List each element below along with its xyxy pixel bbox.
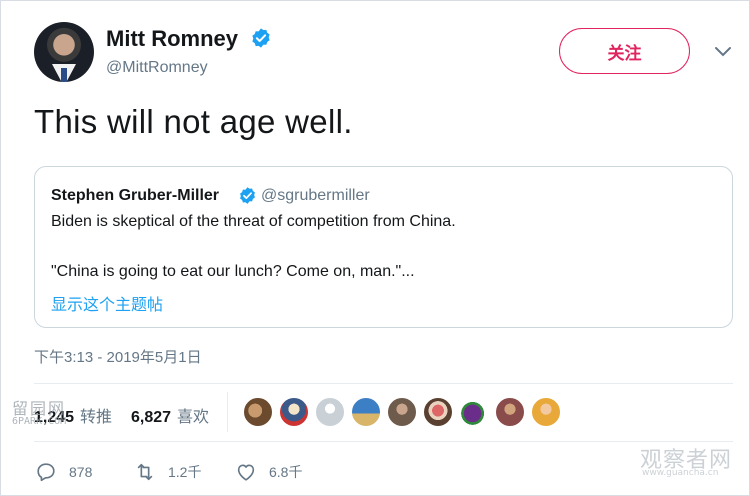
verified-icon bbox=[252, 28, 270, 48]
tweet-timestamp[interactable]: 下午3:13 - 2019年5月1日 bbox=[34, 346, 202, 367]
retweet-count: 1.2千 bbox=[168, 464, 202, 480]
liker-avatar[interactable] bbox=[243, 397, 273, 427]
chevron-down-icon[interactable] bbox=[712, 44, 734, 60]
likes-label: 喜欢 bbox=[177, 409, 210, 426]
tweet-text: This will not age well. bbox=[34, 103, 353, 140]
retweet-icon bbox=[137, 463, 153, 481]
like-button[interactable]: 6.8千 bbox=[235, 461, 302, 483]
liker-avatar[interactable] bbox=[495, 397, 525, 427]
author-name[interactable]: Mitt Romney bbox=[106, 26, 238, 52]
follow-button[interactable]: 关注 bbox=[559, 28, 690, 74]
liker-avatar[interactable] bbox=[387, 397, 417, 427]
liker-avatar[interactable] bbox=[279, 397, 309, 427]
watermark-left-url: 6PARK.COM bbox=[12, 416, 67, 427]
likes-count: 6,827 bbox=[131, 409, 172, 426]
stats-divider bbox=[227, 392, 228, 432]
avatar-tie bbox=[61, 68, 67, 82]
watermark-right-url: www.guancha.cn bbox=[642, 468, 719, 478]
quoted-text-line-2: "China is going to eat our lunch? Come o… bbox=[51, 263, 415, 280]
retweet-button[interactable]: 1.2千 bbox=[134, 461, 201, 483]
likes-stat[interactable]: 6,827 喜欢 bbox=[131, 403, 209, 427]
liker-avatar[interactable] bbox=[531, 397, 561, 427]
quoted-text-line-1: Biden is skeptical of the threat of comp… bbox=[51, 213, 456, 230]
like-count: 6.8千 bbox=[269, 464, 303, 480]
divider bbox=[34, 383, 733, 384]
reply-count: 878 bbox=[69, 464, 93, 480]
reply-button[interactable]: 878 bbox=[35, 461, 92, 483]
quoted-verified-icon bbox=[240, 187, 255, 204]
heart-icon bbox=[237, 464, 255, 481]
author-handle[interactable]: @MittRomney bbox=[106, 59, 208, 77]
author-avatar[interactable] bbox=[34, 22, 94, 82]
show-thread-link[interactable]: 显示这个主题帖 bbox=[51, 291, 163, 315]
liker-avatar[interactable] bbox=[459, 397, 489, 427]
retweets-label: 转推 bbox=[80, 409, 113, 426]
liker-avatar[interactable] bbox=[423, 397, 453, 427]
quoted-author-name: Stephen Gruber-Miller bbox=[51, 187, 220, 204]
quoted-author-handle: @sgrubermiller bbox=[261, 187, 370, 204]
liker-avatar[interactable] bbox=[315, 397, 345, 427]
liker-avatar[interactable] bbox=[351, 397, 381, 427]
reply-icon bbox=[37, 463, 55, 482]
quoted-tweet[interactable]: Stephen Gruber-Miller @sgrubermiller Bid… bbox=[34, 166, 733, 328]
divider bbox=[34, 441, 733, 442]
